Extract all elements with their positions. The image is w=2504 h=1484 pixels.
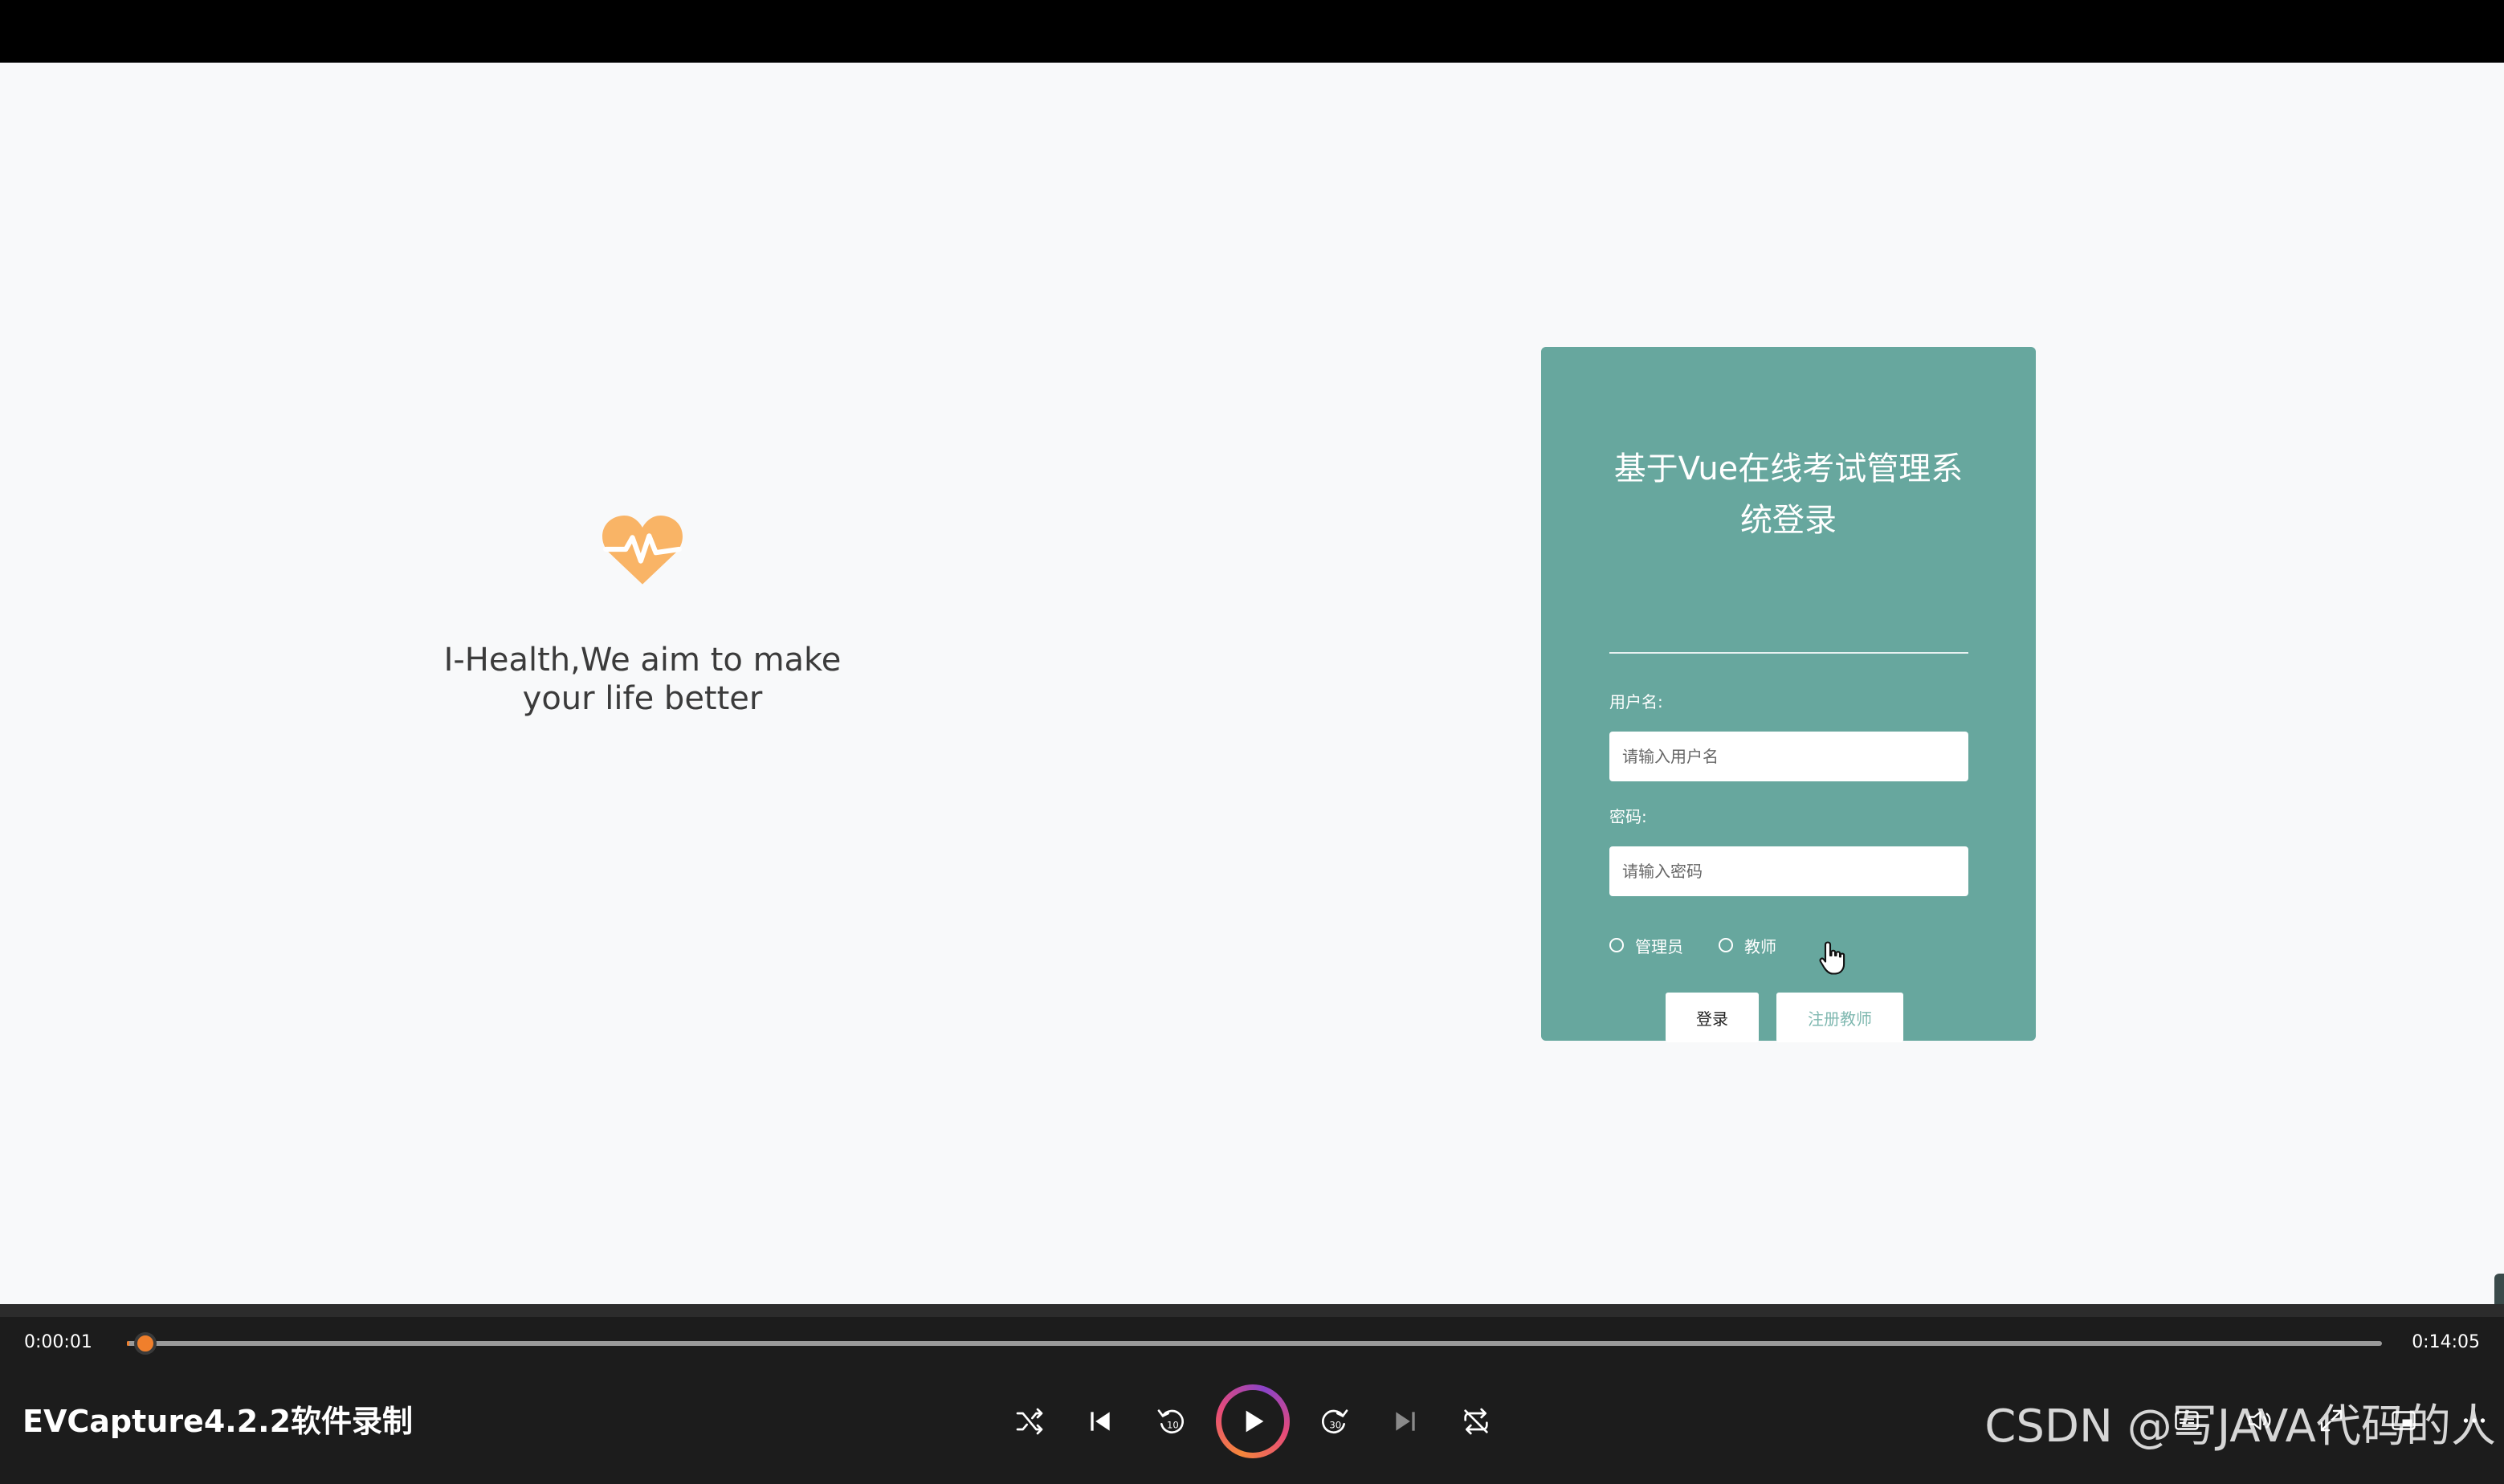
top-black-bar <box>0 0 2504 63</box>
radio-circle-icon <box>1719 938 1733 952</box>
title-divider <box>1609 652 1968 654</box>
shuffle-icon <box>1016 1408 1043 1435</box>
seek-progress-fill <box>127 1341 129 1346</box>
svg-text:10: 10 <box>1167 1419 1179 1430</box>
username-label: 用户名: <box>1609 692 1663 711</box>
player-top-strip <box>0 1304 2504 1317</box>
previous-icon <box>1091 1412 1110 1431</box>
rewind-10-icon: 10 <box>1157 1409 1184 1434</box>
login-button[interactable]: 登录 <box>1666 993 1759 1042</box>
role-label-teacher: 教师 <box>1744 936 1776 956</box>
video-title: EVCapture4.2.2软件录制 <box>22 1404 414 1439</box>
forward-30-icon: 30 <box>1322 1409 1348 1434</box>
radio-circle-icon <box>1609 938 1624 952</box>
shuffle-button[interactable] <box>1007 1399 1052 1444</box>
login-card: 基于Vue在线考试管理系 统登录 用户名: 密码: 管理员 教师 登录 注册教师 <box>1541 347 2036 1042</box>
next-button[interactable] <box>1383 1399 1428 1444</box>
media-player-bar: 0:00:01 0:14:05 EVCapture4.2.2软件录制 10 30 <box>0 1304 2504 1484</box>
heart-pulse-icon <box>602 516 683 585</box>
password-input[interactable] <box>1609 846 1968 896</box>
total-time: 0:14:05 <box>2412 1332 2480 1352</box>
repeat-off-icon <box>1464 1408 1488 1435</box>
username-input[interactable] <box>1609 732 1968 781</box>
role-label-admin: 管理员 <box>1635 936 1683 956</box>
previous-button[interactable] <box>1078 1399 1123 1444</box>
edge-side-tab[interactable] <box>2494 1274 2504 1304</box>
tagline-line-1: I-Health,We aim to make <box>443 642 842 679</box>
role-radio-group: 管理员 教师 <box>1609 933 1812 957</box>
rewind-10-button[interactable]: 10 <box>1148 1399 1193 1444</box>
hand-cursor-icon <box>1819 941 1845 975</box>
role-radio-admin[interactable]: 管理员 <box>1609 934 1683 957</box>
password-label: 密码: <box>1609 807 1647 826</box>
role-radio-teacher[interactable]: 教师 <box>1719 934 1776 957</box>
tagline-line-2: your life better <box>522 680 763 717</box>
forward-30-button[interactable]: 30 <box>1312 1399 1357 1444</box>
login-title: 基于Vue在线考试管理系 统登录 <box>1589 443 1988 546</box>
seek-bar[interactable] <box>127 1341 2382 1346</box>
elapsed-time: 0:00:01 <box>24 1332 92 1352</box>
register-teacher-button[interactable]: 注册教师 <box>1776 993 1903 1042</box>
hero-section: I-Health,We aim to make your life better <box>402 512 883 718</box>
svg-text:30: 30 <box>1329 1419 1341 1430</box>
play-button[interactable] <box>1216 1384 1290 1458</box>
login-title-line-1: 基于Vue在线考试管理系 <box>1613 450 1964 487</box>
tagline: I-Health,We aim to make your life better <box>402 641 883 718</box>
browser-page: I-Health,We aim to make your life better… <box>0 63 2504 1304</box>
repeat-button[interactable] <box>1454 1399 1499 1444</box>
play-button-inner <box>1221 1390 1284 1453</box>
csdn-watermark: CSDN @写JAVA代码的人 <box>1984 1400 2496 1453</box>
play-icon <box>1246 1410 1264 1433</box>
next-icon <box>1396 1412 1415 1431</box>
login-title-line-2: 统登录 <box>1740 502 1837 539</box>
seek-thumb[interactable] <box>133 1332 157 1355</box>
